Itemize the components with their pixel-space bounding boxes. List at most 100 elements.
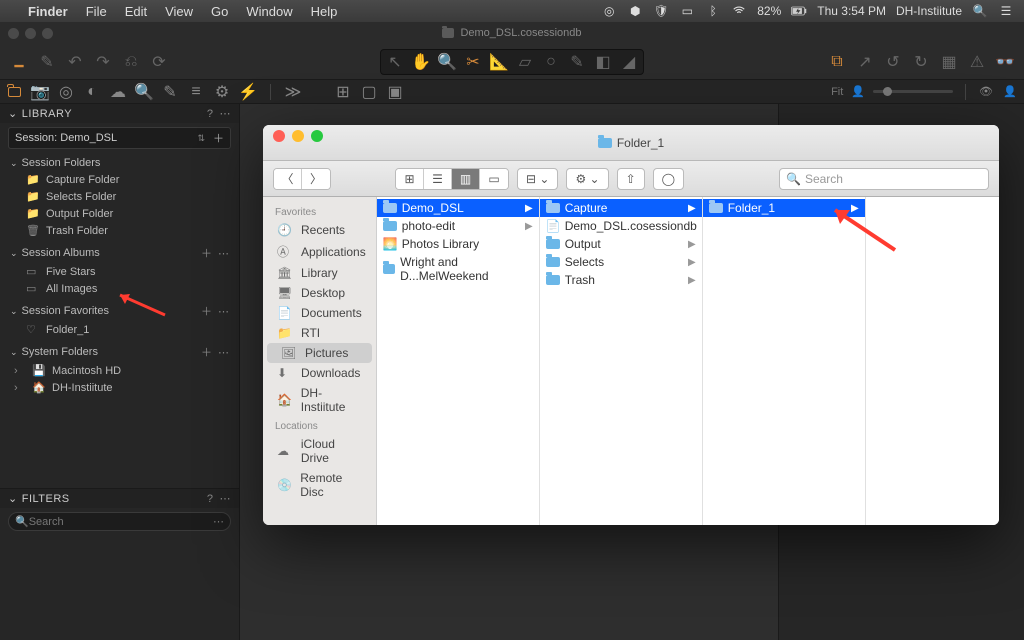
- list-view-button[interactable]: ☰: [424, 169, 452, 189]
- menubar-app-name[interactable]: Finder: [28, 4, 68, 19]
- redo-icon[interactable]: ↷: [92, 51, 114, 73]
- zoom-slider[interactable]: [873, 90, 953, 93]
- preview-icon[interactable]: 👓: [994, 51, 1016, 73]
- menu-window[interactable]: Window: [246, 4, 292, 19]
- keystone-tool-icon[interactable]: ▱: [513, 52, 537, 72]
- copy-adjustments-icon[interactable]: ⧉: [826, 51, 848, 73]
- view-multi-icon[interactable]: ▣: [387, 84, 403, 100]
- sidebar-downloads[interactable]: ⬇Downloads: [263, 363, 376, 383]
- col1-photo-edit[interactable]: photo-edit▶: [377, 217, 539, 235]
- toolbar-right-3-icon[interactable]: ↺: [882, 51, 904, 73]
- add-icon[interactable]: ＋: [201, 245, 212, 261]
- capture-tab-icon[interactable]: 📷: [32, 84, 48, 100]
- more-icon[interactable]: ⋯: [218, 247, 229, 260]
- sidebar-documents[interactable]: 📄Documents: [263, 303, 376, 323]
- bluetooth-icon[interactable]: ᛒ: [705, 3, 721, 19]
- undo-icon[interactable]: ↶: [64, 51, 86, 73]
- warning-icon[interactable]: ⚠: [966, 51, 988, 73]
- shield-icon[interactable]: 🛡: [653, 3, 669, 19]
- more-icon[interactable]: ⋯: [218, 305, 229, 318]
- item-trash-folder[interactable]: 🗑Trash Folder: [0, 222, 239, 239]
- sidebar-recents[interactable]: 🕘Recents: [263, 220, 376, 240]
- finder-search[interactable]: 🔍 Search: [779, 168, 989, 190]
- group-system-folders[interactable]: ⌄System Folders＋⋯: [0, 342, 239, 362]
- exposure-tab-icon[interactable]: ☁: [110, 84, 126, 100]
- col1-wright[interactable]: Wright and D...MelWeekend: [377, 253, 539, 285]
- gradient-tool-icon[interactable]: ◢: [617, 52, 641, 72]
- toolbar-icon-5[interactable]: ⎌: [120, 51, 142, 73]
- view-grid-icon[interactable]: ⊞: [335, 84, 351, 100]
- chevron-right-icon[interactable]: ≫: [285, 84, 301, 100]
- library-header[interactable]: ⌄LIBRARY ? ⋯: [0, 104, 239, 123]
- more-icon[interactable]: ⋯: [220, 492, 232, 505]
- library-tab-icon[interactable]: [6, 84, 22, 100]
- zoom-button[interactable]: [311, 130, 323, 142]
- details-tab-icon[interactable]: 🔍: [136, 84, 152, 100]
- help-icon[interactable]: ?: [207, 108, 214, 120]
- pointer-tool-icon[interactable]: ↖: [383, 52, 407, 72]
- status-icon-2[interactable]: ⬢: [627, 3, 643, 19]
- sidebar-dh-institute[interactable]: 🏠DH-Instiitute: [263, 383, 376, 417]
- captureone-traffic-lights[interactable]: [8, 28, 53, 39]
- sidebar-icloud[interactable]: ☁iCloud Drive: [263, 434, 376, 468]
- group-session-folders[interactable]: ⌄Session Folders: [0, 155, 239, 171]
- batch-tab-icon[interactable]: ⚡: [240, 84, 256, 100]
- sidebar-desktop[interactable]: 🖥Desktop: [263, 283, 376, 303]
- help-icon[interactable]: ?: [207, 493, 214, 505]
- tags-button[interactable]: ◯: [653, 168, 684, 190]
- adjustments-tab-icon[interactable]: ✎: [162, 84, 178, 100]
- session-selector[interactable]: Session: Demo_DSL ⇅＋: [8, 127, 231, 149]
- battery-percent[interactable]: 82%: [757, 4, 781, 18]
- col2-selects[interactable]: Selects▶: [540, 253, 702, 271]
- menu-view[interactable]: View: [165, 4, 193, 19]
- toolbar-icon-2[interactable]: ✎: [36, 51, 58, 73]
- sidebar-remote-disc[interactable]: 💿Remote Disc: [263, 468, 376, 502]
- battery-icon[interactable]: [791, 3, 807, 19]
- add-session-icon[interactable]: ＋: [213, 130, 224, 146]
- toolbar-right-2-icon[interactable]: ↗: [854, 51, 876, 73]
- col2-capture[interactable]: Capture▶: [540, 199, 702, 217]
- sidebar-rti[interactable]: 📁RTI: [263, 323, 376, 343]
- add-icon[interactable]: ＋: [201, 303, 212, 319]
- item-dh-institute[interactable]: ›🏠DH-Instiitute: [0, 379, 239, 396]
- view-single-icon[interactable]: ▢: [361, 84, 377, 100]
- display-icon[interactable]: ▭: [679, 3, 695, 19]
- status-icon-1[interactable]: ◎: [601, 3, 617, 19]
- menubar-clock[interactable]: Thu 3:54 PM: [817, 4, 886, 18]
- col2-cosessiondb[interactable]: 📄Demo_DSL.cosessiondb: [540, 217, 702, 235]
- eye-icon[interactable]: 👁: [978, 84, 994, 100]
- menu-file[interactable]: File: [86, 4, 107, 19]
- crop-tool-icon[interactable]: ✂: [461, 52, 485, 72]
- sidebar-pictures[interactable]: 🖼Pictures: [267, 343, 372, 363]
- hand-tool-icon[interactable]: ✋: [409, 52, 433, 72]
- menu-help[interactable]: Help: [311, 4, 338, 19]
- more-icon[interactable]: ⋯: [218, 346, 229, 359]
- filters-search[interactable]: 🔍 Search⋯: [8, 512, 231, 531]
- forward-button[interactable]: 〉: [302, 169, 330, 189]
- sidebar-library[interactable]: 🏛Library: [263, 263, 376, 283]
- arrange-button[interactable]: ⊟ ⌄: [517, 168, 558, 190]
- wifi-icon[interactable]: [731, 3, 747, 19]
- col2-trash[interactable]: Trash▶: [540, 271, 702, 289]
- filters-header[interactable]: ⌄FILTERS?⋯: [0, 489, 239, 508]
- col1-demo-dsl[interactable]: Demo_DSL▶: [377, 199, 539, 217]
- color-tab-icon[interactable]: ◐: [84, 84, 100, 100]
- icon-view-button[interactable]: ⊞: [396, 169, 424, 189]
- back-button[interactable]: 〈: [274, 169, 302, 189]
- item-selects-folder[interactable]: 📁Selects Folder: [0, 188, 239, 205]
- menubar-user[interactable]: DH-Instiitute: [896, 4, 962, 18]
- col1-photos-library[interactable]: 🌅Photos Library: [377, 235, 539, 253]
- item-output-folder[interactable]: 📁Output Folder: [0, 205, 239, 222]
- sidebar-applications[interactable]: ⒶApplications: [263, 240, 376, 263]
- item-macintosh-hd[interactable]: ›💾Macintosh HD: [0, 362, 239, 379]
- minimize-button[interactable]: [292, 130, 304, 142]
- lens-tab-icon[interactable]: ◎: [58, 84, 74, 100]
- gallery-view-button[interactable]: ▭: [480, 169, 508, 189]
- menu-go[interactable]: Go: [211, 4, 228, 19]
- add-icon[interactable]: ＋: [201, 344, 212, 360]
- finder-traffic-lights[interactable]: [273, 130, 323, 142]
- toolbar-right-4-icon[interactable]: ↻: [910, 51, 932, 73]
- menu-edit[interactable]: Edit: [125, 4, 147, 19]
- metadata-tab-icon[interactable]: ≡: [188, 84, 204, 100]
- brush-tool-icon[interactable]: ✎: [565, 52, 589, 72]
